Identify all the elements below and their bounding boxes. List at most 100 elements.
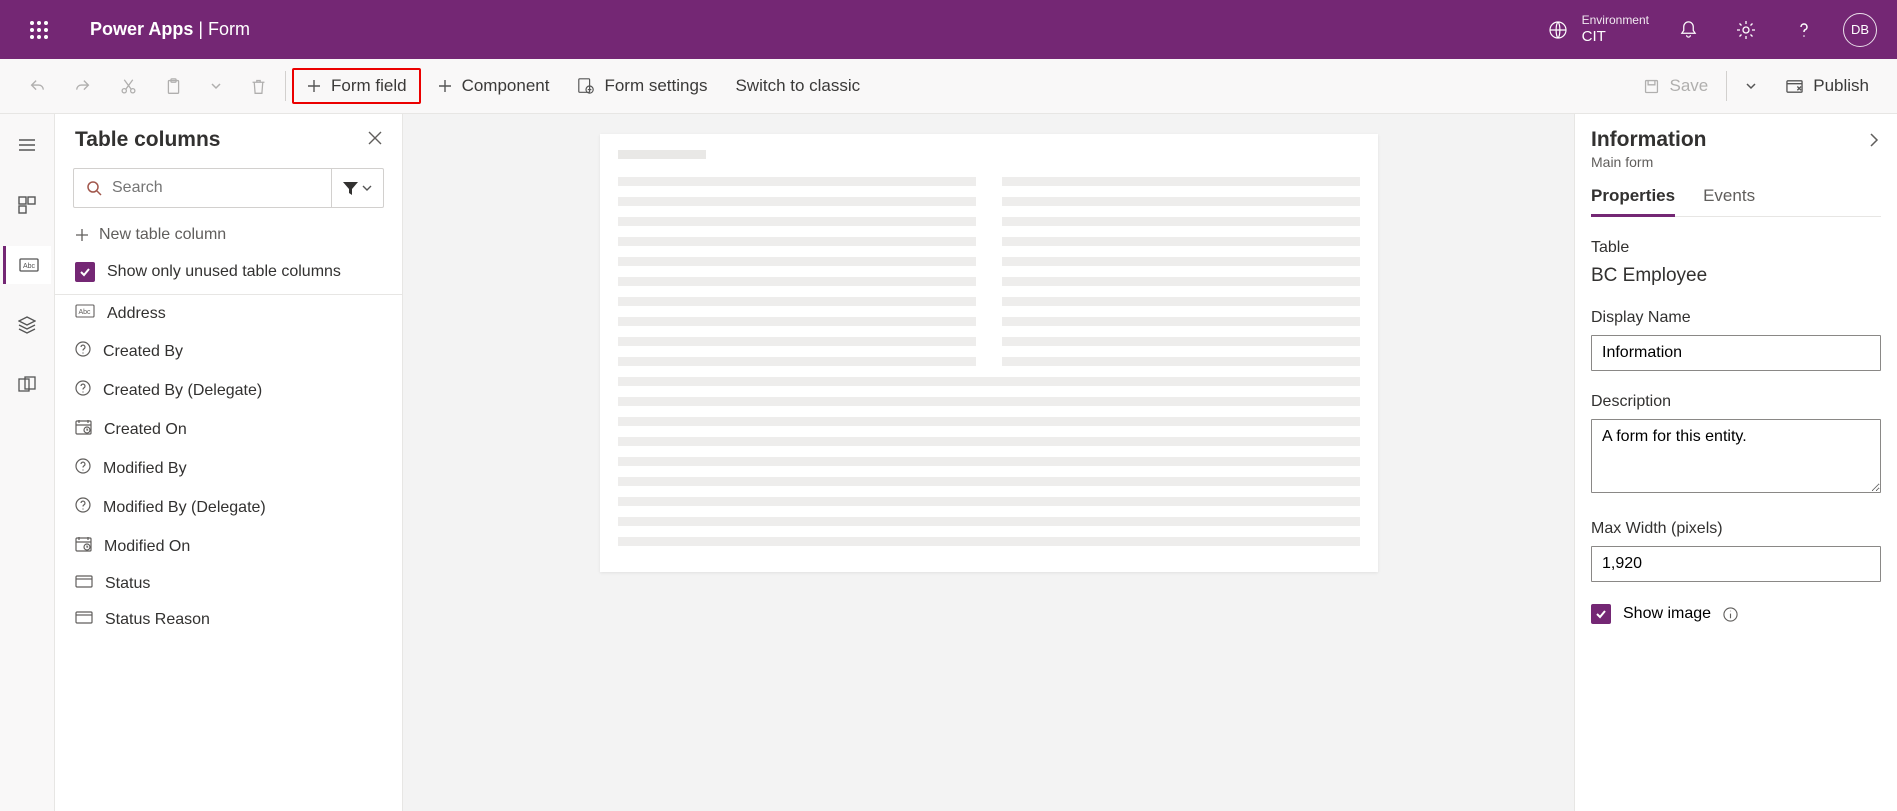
component-button[interactable]: Component: [425, 70, 562, 102]
undo-button[interactable]: [16, 71, 58, 101]
columns-rail-button[interactable]: Abc: [3, 246, 51, 284]
display-name-label: Display Name: [1591, 309, 1881, 327]
libraries-rail-button[interactable]: [3, 366, 51, 404]
column-item[interactable]: Modified By: [55, 449, 402, 488]
maxwidth-label: Max Width (pixels): [1591, 520, 1881, 538]
form-card[interactable]: [600, 134, 1378, 572]
abc-icon: Abc: [75, 304, 95, 323]
opt-icon: [75, 575, 93, 593]
left-rail: Abc: [0, 114, 55, 811]
cut-icon: [120, 78, 137, 95]
opt-icon: [75, 611, 93, 629]
column-item-label: Status: [105, 575, 150, 593]
q-icon: [75, 380, 91, 401]
form-settings-label: Form settings: [604, 76, 707, 96]
search-row: [73, 168, 384, 208]
chevron-down-icon: [1745, 80, 1757, 92]
show-unused-checkbox-row[interactable]: Show only unused table columns: [55, 252, 402, 295]
redo-icon: [74, 77, 92, 95]
new-table-column-button[interactable]: New table column: [55, 218, 402, 252]
user-avatar[interactable]: DB: [1843, 13, 1877, 47]
skeleton-row: [618, 217, 976, 226]
skeleton-row: [1002, 217, 1360, 226]
cut-button[interactable]: [108, 72, 149, 101]
form-settings-icon: [577, 77, 595, 95]
properties-title: Information: [1591, 128, 1707, 152]
title-divider: |: [193, 19, 208, 39]
table-value: BC Employee: [1591, 265, 1881, 287]
environment-picker[interactable]: Environment CIT: [1548, 13, 1649, 47]
components-rail-button[interactable]: [3, 186, 51, 224]
search-input[interactable]: [112, 179, 319, 197]
columns-list: AbcAddress Created By Created By (Delegate…: [55, 295, 402, 811]
abc-icon: Abc: [19, 258, 39, 272]
checkbox-checked: [1591, 604, 1611, 624]
settings-button[interactable]: [1717, 0, 1775, 59]
skeleton-section-title: [618, 150, 706, 159]
tab-properties[interactable]: Properties: [1591, 186, 1675, 217]
skeleton-row: [1002, 197, 1360, 206]
help-button[interactable]: [1775, 0, 1833, 59]
column-item[interactable]: Created On: [55, 410, 402, 449]
app-name: Power Apps: [90, 19, 193, 39]
delete-button[interactable]: [238, 72, 279, 101]
paste-button[interactable]: [153, 72, 194, 101]
publish-button[interactable]: Publish: [1773, 70, 1881, 102]
hamburger-icon: [18, 138, 36, 152]
bell-icon: [1679, 20, 1698, 39]
svg-text:Abc: Abc: [79, 309, 92, 316]
column-item[interactable]: Created By: [55, 332, 402, 371]
library-icon: [18, 376, 36, 394]
layers-icon: [18, 316, 36, 334]
filter-icon: [343, 182, 358, 195]
column-item-label: Modified By: [103, 460, 187, 478]
column-item[interactable]: Created By (Delegate): [55, 371, 402, 410]
column-item[interactable]: Status: [55, 566, 402, 602]
skeleton-row: [618, 537, 1360, 546]
display-name-input[interactable]: [1591, 335, 1881, 371]
tab-events[interactable]: Events: [1703, 186, 1755, 216]
skeleton-row: [618, 297, 976, 306]
skeleton-row: [618, 477, 1360, 486]
column-item[interactable]: AbcAddress: [55, 295, 402, 332]
skeleton-row: [1002, 317, 1360, 326]
app-title: Power Apps | Form: [90, 19, 250, 40]
components-icon: [18, 196, 36, 214]
show-image-checkbox-row[interactable]: Show image: [1591, 604, 1881, 624]
form-field-button[interactable]: Form field: [292, 68, 421, 104]
maxwidth-input[interactable]: [1591, 546, 1881, 582]
chevron-right-icon[interactable]: [1867, 133, 1881, 147]
env-label: Environment: [1582, 13, 1649, 28]
form-canvas[interactable]: [403, 114, 1574, 811]
close-panel-button[interactable]: [368, 131, 382, 149]
notifications-button[interactable]: [1659, 0, 1717, 59]
column-item-label: Created By: [103, 343, 183, 361]
column-item[interactable]: Modified On: [55, 527, 402, 566]
skeleton-row: [1002, 337, 1360, 346]
info-icon[interactable]: [1723, 607, 1738, 622]
description-input[interactable]: [1591, 419, 1881, 493]
form-field-label: Form field: [331, 76, 407, 96]
form-settings-button[interactable]: Form settings: [565, 70, 719, 102]
column-item[interactable]: Status Reason: [55, 602, 402, 638]
switch-classic-button[interactable]: Switch to classic: [723, 70, 872, 102]
filter-button[interactable]: [331, 169, 383, 207]
save-more-button[interactable]: [1733, 74, 1769, 98]
skeleton-row: [618, 397, 1360, 406]
table-columns-panel: Table columns New table column Show only…: [55, 114, 403, 811]
column-item-label: Created On: [104, 421, 187, 439]
save-button[interactable]: Save: [1631, 70, 1720, 102]
skeleton-row: [1002, 357, 1360, 366]
skeleton-row: [618, 237, 976, 246]
publish-icon: [1785, 78, 1804, 95]
paste-more-button[interactable]: [198, 74, 234, 98]
column-item[interactable]: Modified By (Delegate): [55, 488, 402, 527]
show-image-label: Show image: [1623, 605, 1711, 623]
redo-button[interactable]: [62, 71, 104, 101]
app-launcher[interactable]: [10, 0, 68, 59]
skeleton-row: [618, 337, 976, 346]
skeleton-full: [618, 377, 1360, 546]
layers-rail-button[interactable]: [3, 306, 51, 344]
skeleton-row: [1002, 277, 1360, 286]
tree-view-button[interactable]: [3, 126, 51, 164]
